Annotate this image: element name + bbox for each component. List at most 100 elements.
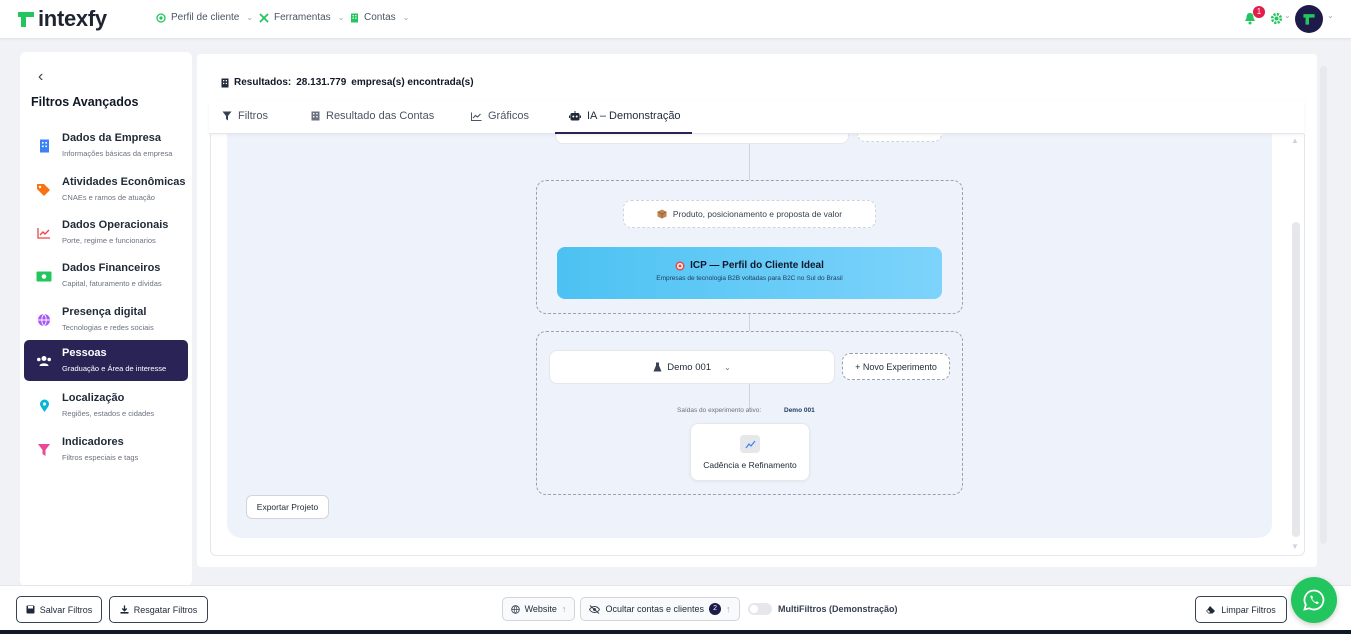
sidebar-item-dados-financeiros[interactable]: Dados Financeiros Capital, faturamento e… (24, 255, 188, 296)
building-icon (351, 13, 358, 22)
flow-node-partial (857, 134, 942, 142)
clear-filters-button[interactable]: Limpar Filtros (1195, 596, 1287, 623)
chevron-down-icon: ⌄ (1284, 11, 1291, 20)
sidebar-item-pessoas[interactable]: Pessoas Graduação e Área de interesse (24, 340, 188, 381)
building-icon (36, 138, 52, 154)
sidebar-item-localizacao[interactable]: Localização Regiões, estados e cidades (24, 385, 188, 426)
chevron-down-icon: ⌄ (402, 13, 410, 22)
save-filters-button[interactable]: Salvar Filtros (16, 596, 102, 623)
filter-icon (222, 111, 232, 121)
load-filters-label: Resgatar Filtros (133, 604, 198, 615)
sidebar-item-label: Indicadores (62, 436, 124, 448)
sidebar-item-label: Dados Operacionais (62, 219, 169, 231)
whatsapp-button[interactable] (1291, 577, 1337, 623)
website-label: Website (524, 604, 557, 614)
gear-icon[interactable] (1270, 12, 1283, 25)
chevron-down-icon: ⌄ (337, 13, 345, 22)
top-bar: intexfy Perfil de cliente ⌄ Ferramentas … (0, 0, 1351, 38)
canvas-scrollbar[interactable] (1292, 222, 1300, 537)
tab-graficos[interactable]: Gráficos (471, 110, 529, 122)
multifilter-toggle[interactable] (748, 603, 772, 615)
hide-accounts-button[interactable]: Ocultar contas e clientes 2 ↑ (580, 597, 740, 621)
connector-line (749, 144, 750, 180)
globe-icon (510, 604, 520, 614)
eye-slash-icon (589, 604, 601, 614)
experiment-select-value: Demo 001 (667, 361, 712, 373)
load-filters-button[interactable]: Resgatar Filtros (109, 596, 208, 623)
main-panel: Resultados: 28.131.779 empresa(s) encont… (197, 54, 1317, 567)
icp-card[interactable]: ICP — Perfil do Cliente Ideal Empresas d… (557, 247, 942, 299)
sidebar-item-dados-da-empresa[interactable]: Dados da Empresa Informações básicas da … (24, 125, 188, 166)
globe-icon (36, 312, 52, 328)
ia-flow-canvas: Produto, posicionamento e proposta de va… (227, 134, 1272, 538)
nav-label: Perfil de cliente (171, 12, 240, 23)
hide-count-badge: 2 (709, 603, 722, 615)
logo-icon (18, 12, 34, 27)
sidebar-item-label: Dados Financeiros (62, 262, 161, 274)
chevron-down-icon: ⌄ (246, 13, 254, 22)
sidebar-item-label: Localização (62, 392, 125, 404)
icp-subtitle: Empresas de tecnologia B2B voltadas para… (656, 275, 843, 282)
filters-sidebar: ‹ Filtros Avançados Dados da Empresa Inf… (20, 52, 192, 586)
sidebar-title: Filtros Avançados (31, 95, 139, 109)
new-experiment-button[interactable]: + Novo Experimento (842, 353, 950, 380)
nav-perfil-de-cliente[interactable]: Perfil de cliente ⌄ (156, 12, 253, 23)
sidebar-item-atividades-economicas[interactable]: Atividades Econômicas CNAEs e ramos de a… (24, 169, 188, 210)
scroll-down-icon[interactable]: ▼ (1291, 542, 1299, 551)
multifilter-label: MultiFiltros (Demonstração) (778, 604, 898, 614)
tab-label: IA – Demonstração (587, 110, 681, 122)
results-label: Resultados: (234, 77, 292, 88)
export-project-button[interactable]: Exportar Projeto (246, 495, 329, 519)
scroll-up-icon[interactable]: ▲ (1291, 136, 1299, 145)
sidebar-item-label: Atividades Econômicas (62, 176, 186, 188)
chevron-down-icon: ⌄ (724, 362, 731, 372)
hide-accounts-label: Ocultar contas e clientes (605, 604, 705, 614)
sidebar-item-sub: Tecnologias e redes sociais (62, 323, 154, 332)
flow-node-partial (555, 134, 849, 144)
filter-icon (36, 442, 52, 458)
tab-label: Resultado das Contas (326, 110, 435, 122)
sidebar-item-sub: CNAEs e ramos de atuação (62, 193, 155, 202)
brand-logo[interactable]: intexfy (16, 6, 107, 32)
outputs-value: Demo 001 (784, 407, 815, 414)
nav-contas[interactable]: Contas ⌄ (350, 12, 409, 23)
clear-filters-label: Limpar Filtros (1221, 604, 1276, 615)
brand-name: intexfy (38, 6, 107, 31)
website-sort-button[interactable]: Website ↑ (502, 597, 575, 621)
chevron-left-icon[interactable]: ‹ (38, 68, 43, 86)
tags-icon (36, 182, 52, 198)
tools-icon (259, 12, 269, 23)
product-pill[interactable]: Produto, posicionamento e proposta de va… (623, 200, 876, 228)
output-card-cadencia[interactable]: Cadência e Refinamento (690, 423, 810, 481)
notification-badge: 1 (1253, 6, 1265, 18)
sidebar-item-dados-operacionais[interactable]: Dados Operacionais Porte, regime e funci… (24, 212, 188, 253)
active-tab-indicator (555, 132, 692, 134)
tab-filtros[interactable]: Filtros (222, 110, 268, 122)
package-icon (657, 209, 667, 219)
tab-label: Gráficos (488, 110, 529, 122)
sidebar-item-indicadores[interactable]: Indicadores Filtros especiais e tags (24, 429, 188, 470)
flask-icon (653, 362, 662, 372)
sidebar-item-sub: Graduação e Área de interesse (62, 364, 167, 373)
avatar[interactable] (1295, 5, 1323, 33)
building-icon (311, 111, 320, 121)
sidebar-item-sub: Capital, faturamento e dívidas (62, 279, 162, 288)
chevron-down-icon[interactable]: ⌄ (1327, 11, 1334, 20)
results-suffix: empresa(s) encontrada(s) (351, 77, 474, 88)
tab-resultado-das-contas[interactable]: Resultado das Contas (311, 110, 434, 122)
chart-line-icon (471, 112, 482, 121)
tab-ia-demonstracao[interactable]: IA – Demonstração (569, 110, 681, 122)
sidebar-item-presenca-digital[interactable]: Presença digital Tecnologias e redes soc… (24, 299, 188, 340)
download-icon (120, 605, 129, 614)
connector-line (749, 314, 750, 331)
page-scrollbar[interactable] (1320, 66, 1327, 544)
nav-label: Ferramentas (274, 12, 331, 23)
map-pin-icon (36, 398, 52, 414)
outputs-label: Saídas do experimento ativo: (677, 407, 762, 414)
users-icon (36, 353, 52, 369)
nav-ferramentas[interactable]: Ferramentas ⌄ (259, 12, 344, 23)
chart-line-icon (36, 225, 52, 241)
experiment-select[interactable]: Demo 001 ⌄ (549, 350, 835, 384)
window-bottom-edge (0, 630, 1351, 634)
sidebar-item-label: Pessoas (62, 347, 107, 359)
